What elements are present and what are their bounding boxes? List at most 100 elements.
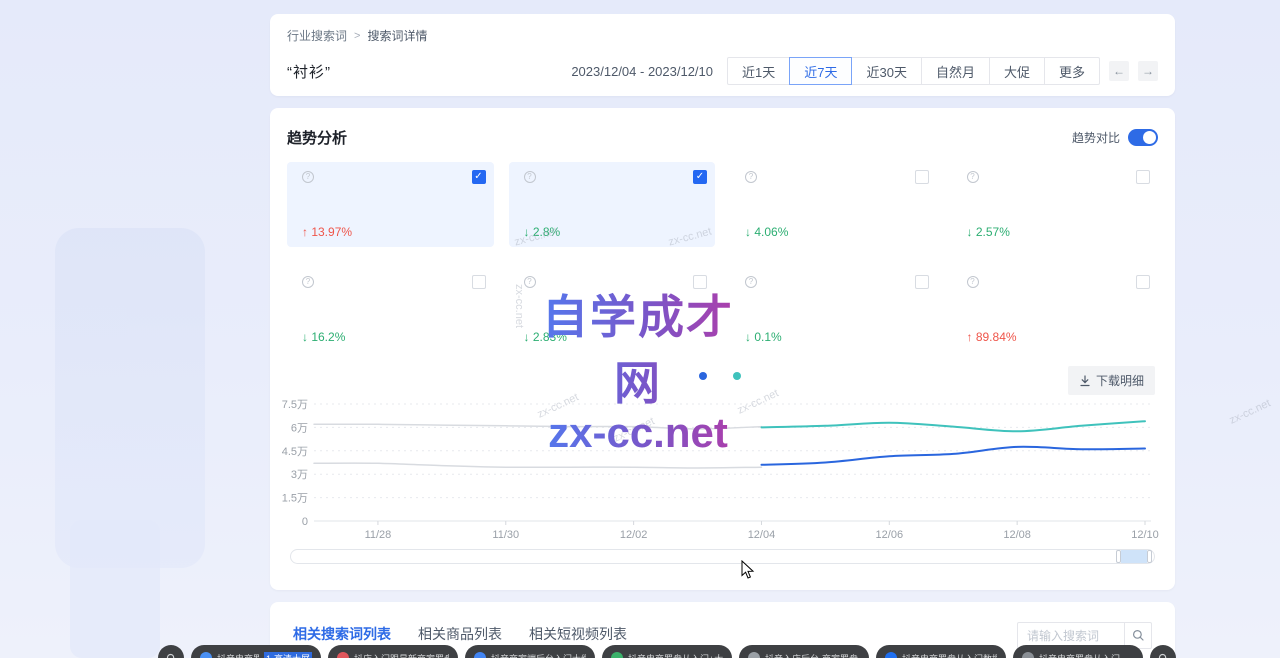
page-title-keyword: “衬衫” bbox=[287, 61, 331, 82]
legend-item-1[interactable] bbox=[733, 372, 747, 380]
metric-checkbox[interactable] bbox=[915, 275, 929, 289]
y-axis-label: 6万 bbox=[291, 422, 308, 434]
metric-card-4[interactable]: ? ↓ 16.2% bbox=[287, 267, 494, 352]
metric-compare: ↓ 0.1% bbox=[741, 330, 926, 344]
trend-analysis-card: 趋势分析 趋势对比 ?✓↑ 13.97%?✓↓ 2.8%?↓ 4.06%?↓ 2… bbox=[270, 108, 1175, 590]
legend-dot bbox=[699, 372, 707, 380]
slider-selection[interactable] bbox=[1116, 550, 1152, 563]
info-icon[interactable]: ? bbox=[524, 276, 536, 288]
metric-card-1[interactable]: ?✓↓ 2.8% bbox=[509, 162, 716, 247]
tab-title: 抖音电商罗盘从入门 bbox=[217, 652, 259, 658]
tab-1[interactable]: 相关商品列表 bbox=[418, 624, 502, 644]
browser-tab-strip: 抖音电商罗盘从入门1-高清大屏抖店入门跟最新商家罗盘后台抖音商家端后台入门大纲抖… bbox=[158, 645, 1176, 658]
metric-checkbox[interactable]: ✓ bbox=[693, 170, 707, 184]
chart-range-slider[interactable] bbox=[290, 549, 1155, 564]
taskbar-circle-button[interactable] bbox=[1150, 645, 1176, 658]
y-axis-label: 1.5万 bbox=[282, 493, 308, 505]
x-axis-label: 11/28 bbox=[365, 529, 392, 541]
breadcrumb-parent[interactable]: 行业搜索词 bbox=[287, 27, 347, 44]
legend-item-0[interactable] bbox=[699, 372, 713, 380]
y-axis-label: 4.5万 bbox=[282, 446, 308, 458]
metric-checkbox[interactable] bbox=[693, 275, 707, 289]
range-button-0[interactable]: 近1天 bbox=[727, 57, 790, 85]
info-icon[interactable]: ? bbox=[745, 171, 757, 183]
metric-value bbox=[963, 297, 1148, 320]
range-button-5[interactable]: 更多 bbox=[1044, 57, 1100, 85]
background-decoration bbox=[55, 228, 205, 568]
prev-period-button[interactable]: ← bbox=[1109, 61, 1129, 81]
tab-title: 抖音电商罗盘从入门+大纲 bbox=[628, 652, 723, 658]
info-icon[interactable]: ? bbox=[745, 276, 757, 288]
taskbar-tab-5[interactable]: 抖音入店后台-商家罗盘 bbox=[739, 645, 869, 658]
info-icon[interactable]: ? bbox=[524, 171, 536, 183]
date-range-text[interactable]: 2023/12/04 - 2023/12/10 bbox=[571, 64, 713, 79]
info-icon[interactable]: ? bbox=[302, 171, 314, 183]
taskbar-tab-2[interactable]: 抖店入门跟最新商家罗盘后台 bbox=[328, 645, 458, 658]
metric-compare: ↓ 16.2% bbox=[298, 330, 483, 344]
y-axis-label: 0 bbox=[302, 516, 308, 528]
breadcrumb-separator-icon: > bbox=[354, 30, 360, 42]
tab-favicon bbox=[611, 652, 623, 658]
tab-0[interactable]: 相关搜索词列表 bbox=[293, 624, 391, 644]
info-icon[interactable]: ? bbox=[967, 276, 979, 288]
tab-favicon bbox=[474, 652, 486, 658]
taskbar-tab-4[interactable]: 抖音电商罗盘从入门+大纲 bbox=[602, 645, 732, 658]
metric-checkbox[interactable] bbox=[1136, 275, 1150, 289]
metric-card-5[interactable]: ? ↓ 2.83% bbox=[509, 267, 716, 352]
metric-compare: ↓ 2.83% bbox=[520, 330, 705, 344]
taskbar-circle-button[interactable] bbox=[158, 645, 184, 658]
metric-value bbox=[520, 192, 705, 215]
breadcrumb: 行业搜索词 > 搜索词详情 bbox=[287, 27, 1158, 44]
legend-dot bbox=[733, 372, 741, 380]
chart-svg: 7.5万 6万 4.5万 3万 1.5万 0 11/28 11/30 12/02 12/04 12/… bbox=[270, 396, 1159, 544]
x-axis-label: 12/02 bbox=[620, 529, 648, 541]
range-button-1[interactable]: 近7天 bbox=[789, 57, 852, 85]
range-button-2[interactable]: 近30天 bbox=[851, 57, 921, 85]
metric-card-2[interactable]: ?↓ 4.06% bbox=[730, 162, 937, 247]
slider-window[interactable] bbox=[1121, 550, 1147, 563]
tab-2[interactable]: 相关短视频列表 bbox=[529, 624, 627, 644]
tab-title: 抖音入店后台-商家罗盘 bbox=[765, 652, 858, 658]
tab-favicon bbox=[1022, 652, 1034, 658]
taskbar-tab-3[interactable]: 抖音商家端后台入门大纲 bbox=[465, 645, 595, 658]
taskbar-tab-1[interactable]: 抖音电商罗盘从入门 1-高清大屏 bbox=[191, 645, 321, 658]
series-搜索人数指数 bbox=[762, 447, 1146, 465]
y-axis-label: 7.5万 bbox=[282, 399, 308, 411]
metric-card-6[interactable]: ? ↓ 0.1% bbox=[730, 267, 937, 352]
x-axis-label: 12/08 bbox=[1003, 529, 1031, 541]
x-axis-label: 12/04 bbox=[748, 529, 776, 541]
tab-favicon bbox=[748, 652, 760, 658]
x-axis-label: 11/30 bbox=[492, 529, 519, 541]
metric-card-7[interactable]: ?↑ 89.84% bbox=[952, 267, 1159, 352]
metric-checkbox[interactable] bbox=[915, 170, 929, 184]
range-button-4[interactable]: 大促 bbox=[989, 57, 1045, 85]
series-搜索人数指数(上周期) bbox=[314, 463, 762, 468]
taskbar-tab-6[interactable]: 抖音电商罗盘从入门数据 bbox=[876, 645, 1006, 658]
info-icon[interactable]: ? bbox=[302, 276, 314, 288]
next-period-button[interactable]: → bbox=[1138, 61, 1158, 81]
metric-value bbox=[298, 192, 483, 215]
metric-checkbox[interactable] bbox=[1136, 170, 1150, 184]
metric-card-3[interactable]: ? ↓ 2.57% bbox=[952, 162, 1159, 247]
search-icon bbox=[1132, 629, 1145, 642]
metric-value bbox=[741, 297, 926, 320]
y-axis-label: 3万 bbox=[291, 469, 308, 481]
metric-checkbox[interactable] bbox=[472, 275, 486, 289]
download-button[interactable]: 下载明细 bbox=[1068, 366, 1155, 395]
series-关联商品指数(上周期) bbox=[314, 424, 762, 429]
taskbar-tab-7[interactable]: 抖音电商罗盘从入门 bbox=[1013, 645, 1143, 658]
info-icon[interactable]: ? bbox=[967, 171, 979, 183]
tab-title: 抖音电商罗盘从入门数据 bbox=[902, 652, 997, 658]
x-axis-label: 12/06 bbox=[876, 529, 904, 541]
slider-handle-right[interactable] bbox=[1147, 550, 1152, 563]
range-button-3[interactable]: 自然月 bbox=[921, 57, 990, 85]
metric-card-0[interactable]: ?✓↑ 13.97% bbox=[287, 162, 494, 247]
x-axis-label: 12/10 bbox=[1131, 529, 1159, 541]
metric-value bbox=[963, 192, 1148, 215]
metric-checkbox[interactable]: ✓ bbox=[472, 170, 486, 184]
search-icon bbox=[166, 653, 177, 658]
trend-compare-toggle[interactable] bbox=[1128, 129, 1158, 146]
metric-compare: ↓ 2.57% bbox=[963, 225, 1148, 239]
tab-favicon bbox=[885, 652, 897, 658]
tab-title-highlight: 1-高清大屏 bbox=[264, 652, 312, 658]
